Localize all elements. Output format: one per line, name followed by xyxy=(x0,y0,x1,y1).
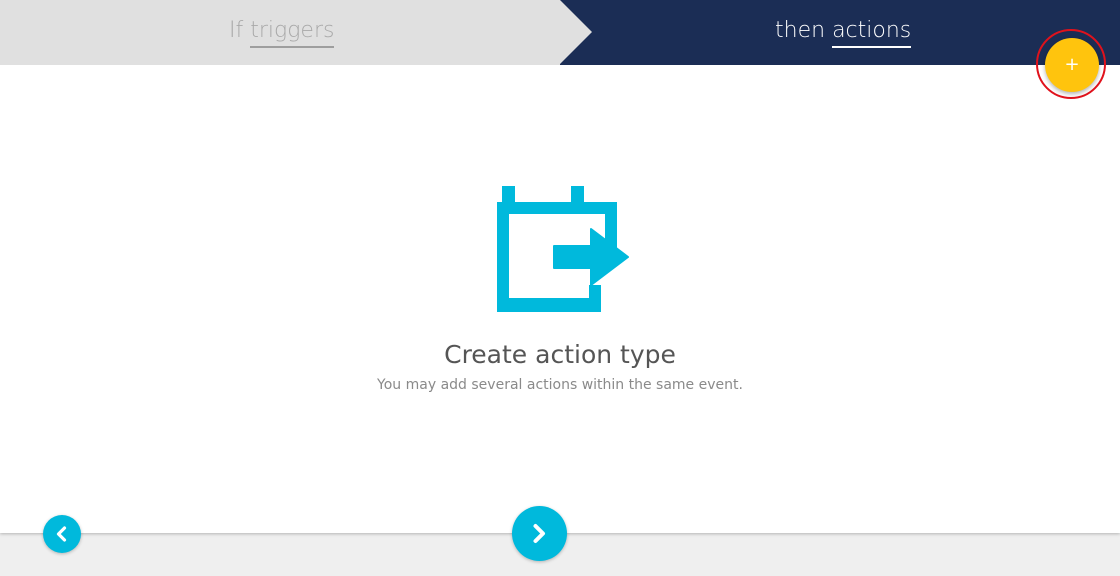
chevron-right-icon xyxy=(533,524,545,543)
step-then-actions[interactable]: then actions xyxy=(775,16,912,48)
calendar-arrow-icon xyxy=(496,185,630,315)
add-action-button[interactable]: + xyxy=(1045,38,1099,92)
next-button[interactable] xyxy=(512,506,567,561)
step-then-word: actions xyxy=(832,16,912,48)
plus-icon: + xyxy=(1064,54,1080,75)
empty-state-subtitle: You may add several actions within the s… xyxy=(377,377,743,393)
step-if-prefix: If xyxy=(229,18,244,43)
step-then-prefix: then xyxy=(775,18,826,43)
step-if-label: If triggers xyxy=(229,16,335,48)
content-card: If triggers then actions Create action t… xyxy=(0,0,1120,533)
step-arrow-divider xyxy=(560,0,592,64)
chevron-left-icon xyxy=(56,526,67,542)
previous-button[interactable] xyxy=(43,515,81,553)
step-header: If triggers then actions xyxy=(0,0,1120,65)
step-if-triggers[interactable]: If triggers xyxy=(0,0,560,65)
step-if-word: triggers xyxy=(250,16,335,48)
page: If triggers then actions Create action t… xyxy=(0,0,1120,576)
empty-state-title: Create action type xyxy=(444,340,676,369)
